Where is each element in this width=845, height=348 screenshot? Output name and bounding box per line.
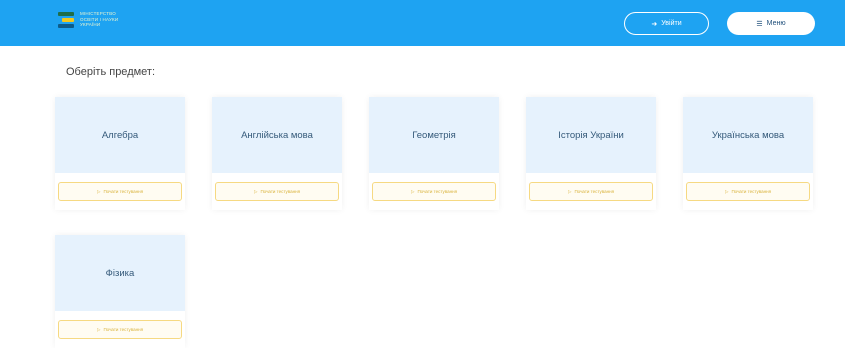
start-test-button[interactable]: ▷ Почати тестування — [686, 182, 810, 201]
start-test-button[interactable]: ▷ Почати тестування — [529, 182, 653, 201]
start-test-button[interactable]: ▷ Почати тестування — [372, 182, 496, 201]
play-icon: ▷ — [96, 188, 101, 194]
subject-card[interactable]: Алгебра ▷ Почати тестування — [55, 97, 185, 210]
subject-grid: Алгебра ▷ Почати тестування Англійська м… — [55, 97, 813, 348]
logo-text: Міністерство Освіти і Науки України — [80, 11, 118, 28]
arrow-right-icon: ➜ — [651, 20, 658, 28]
start-test-label: Почати тестування — [417, 189, 458, 194]
start-test-button[interactable]: ▷ Почати тестування — [215, 182, 339, 201]
subject-card[interactable]: Історія України ▷ Почати тестування — [526, 97, 656, 210]
subject-card[interactable]: Англійська мова ▷ Почати тестування — [212, 97, 342, 210]
start-test-label: Почати тестування — [103, 327, 144, 332]
play-icon: ▷ — [410, 188, 415, 194]
top-header: Міністерство Освіти і Науки України ➜ Ув… — [0, 0, 845, 46]
start-test-label: Почати тестування — [574, 189, 615, 194]
signin-label: Увійти — [661, 20, 682, 27]
logo-line: України — [80, 22, 101, 27]
play-icon: ▷ — [567, 188, 572, 194]
signin-button[interactable]: ➜ Увійти — [624, 12, 709, 35]
play-icon: ▷ — [253, 188, 258, 194]
subject-title[interactable]: Геометрія — [369, 97, 499, 173]
subject-title[interactable]: Англійська мова — [212, 97, 342, 173]
page-heading: Оберіть предмет: — [66, 66, 156, 78]
start-test-button[interactable]: ▷ Почати тестування — [58, 182, 182, 201]
play-icon: ▷ — [724, 188, 729, 194]
subject-title[interactable]: Алгебра — [55, 97, 185, 173]
subject-card[interactable]: Українська мова ▷ Почати тестування — [683, 97, 813, 210]
menu-label: Меню — [766, 20, 786, 27]
play-icon: ▷ — [96, 326, 101, 332]
start-test-label: Почати тестування — [103, 189, 144, 194]
logo-line: Міністерство — [80, 11, 116, 16]
start-test-label: Почати тестування — [260, 189, 301, 194]
logo-mark-icon — [58, 11, 74, 31]
start-test-button[interactable]: ▷ Почати тестування — [58, 320, 182, 339]
hamburger-icon: ☰ — [756, 20, 763, 28]
subject-title[interactable]: Фізика — [55, 235, 185, 311]
menu-button[interactable]: ☰ Меню — [727, 12, 815, 35]
subject-card[interactable]: Геометрія ▷ Почати тестування — [369, 97, 499, 210]
subject-title[interactable]: Історія України — [526, 97, 656, 173]
start-test-label: Почати тестування — [731, 189, 772, 194]
site-logo[interactable]: Міністерство Освіти і Науки України — [58, 11, 118, 31]
subject-title[interactable]: Українська мова — [683, 97, 813, 173]
subject-card[interactable]: Фізика ▷ Почати тестування — [55, 235, 185, 348]
